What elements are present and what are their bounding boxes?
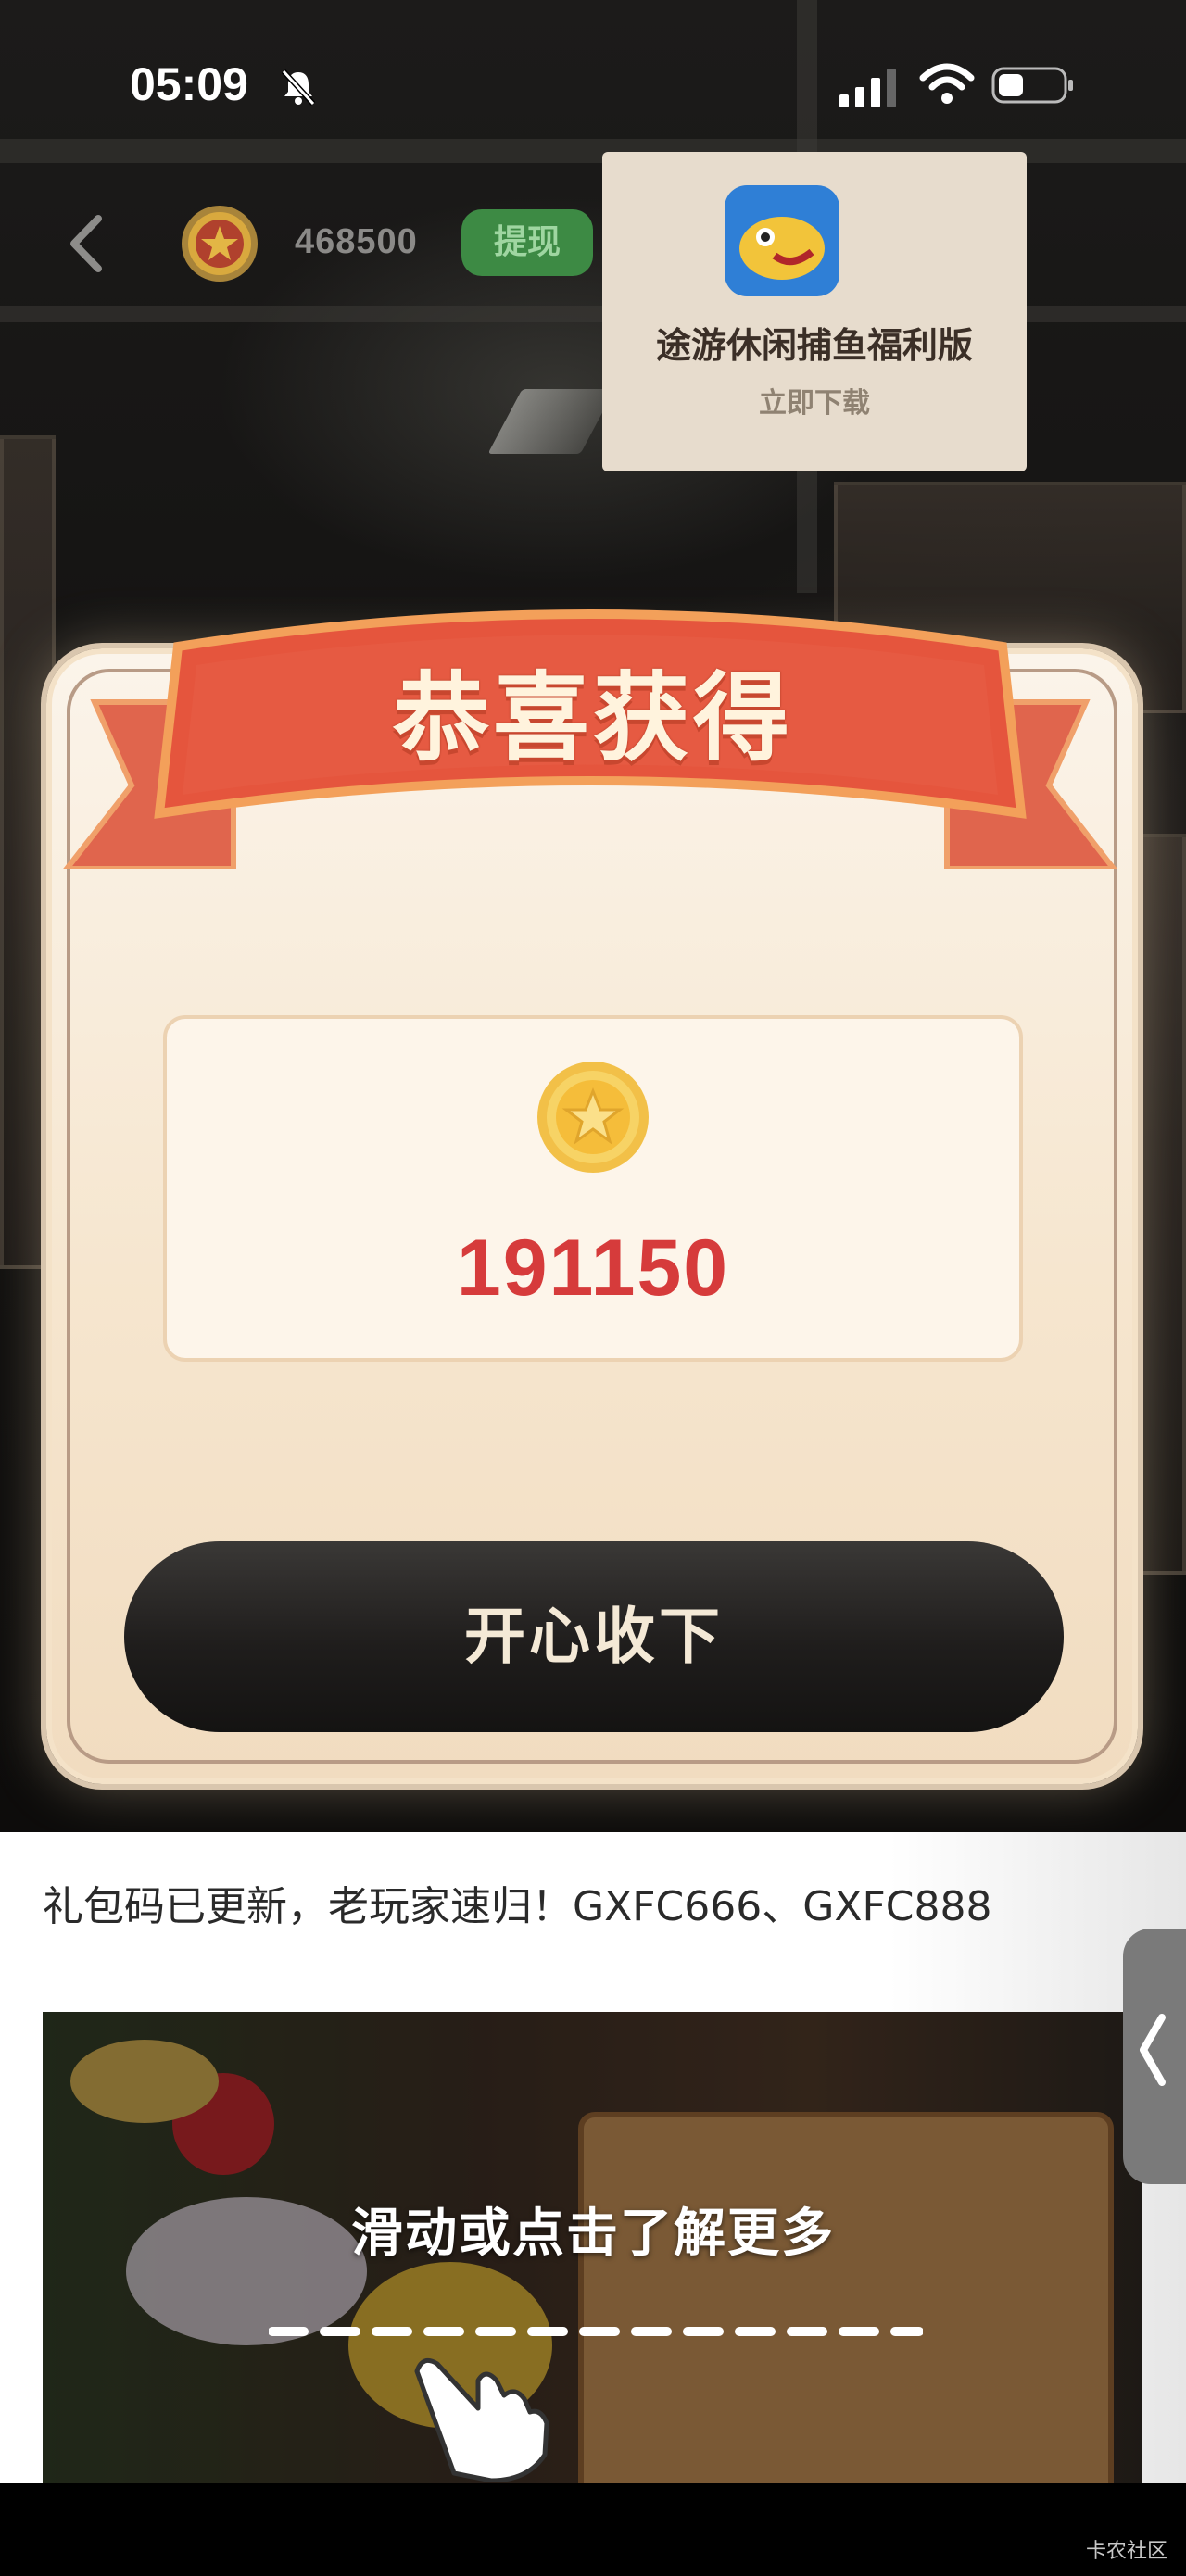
fishing-game-app-icon[interactable] <box>723 183 841 298</box>
reward-amount: 191150 <box>456 1224 730 1313</box>
chevron-left-icon[interactable] <box>61 211 117 276</box>
bell-muted-icon <box>281 69 316 107</box>
ad-decoration <box>70 2040 219 2123</box>
article-text: 礼包码已更新，老玩家速归！GXFC666、GXFC888 <box>43 1883 992 1930</box>
swipe-hint: 滑动或点击了解更多 <box>351 2204 835 2264</box>
chevron-left-icon[interactable] <box>1134 2008 1171 2092</box>
status-bar: 05:09 <box>0 0 1186 176</box>
status-time: 05:09 <box>130 58 248 110</box>
swipe-guide-line <box>269 2327 923 2336</box>
coin-balance: 468500 <box>295 222 418 261</box>
bottom-bar <box>0 2483 1186 2576</box>
gold-coin-icon <box>537 1062 649 1173</box>
withdraw-button[interactable]: 提现 <box>461 209 593 276</box>
gold-coin-icon <box>182 206 258 282</box>
ceiling-lamp <box>487 389 615 454</box>
dialog-title: 恭喜获得 <box>392 661 793 774</box>
accept-button[interactable]: 开心收下 <box>124 1541 1064 1732</box>
cellular-signal-icon <box>839 69 896 107</box>
battery-icon <box>991 67 1073 104</box>
hand-pointer-icon <box>414 2357 549 2482</box>
ad-download-label[interactable]: 立即下载 <box>602 380 1027 421</box>
ad-app-name: 途游休闲捕鱼福利版 <box>655 325 973 366</box>
wifi-icon <box>919 63 975 104</box>
watermark: 卡农社区 <box>1085 2540 1167 2563</box>
ad-card <box>578 2112 1114 2483</box>
